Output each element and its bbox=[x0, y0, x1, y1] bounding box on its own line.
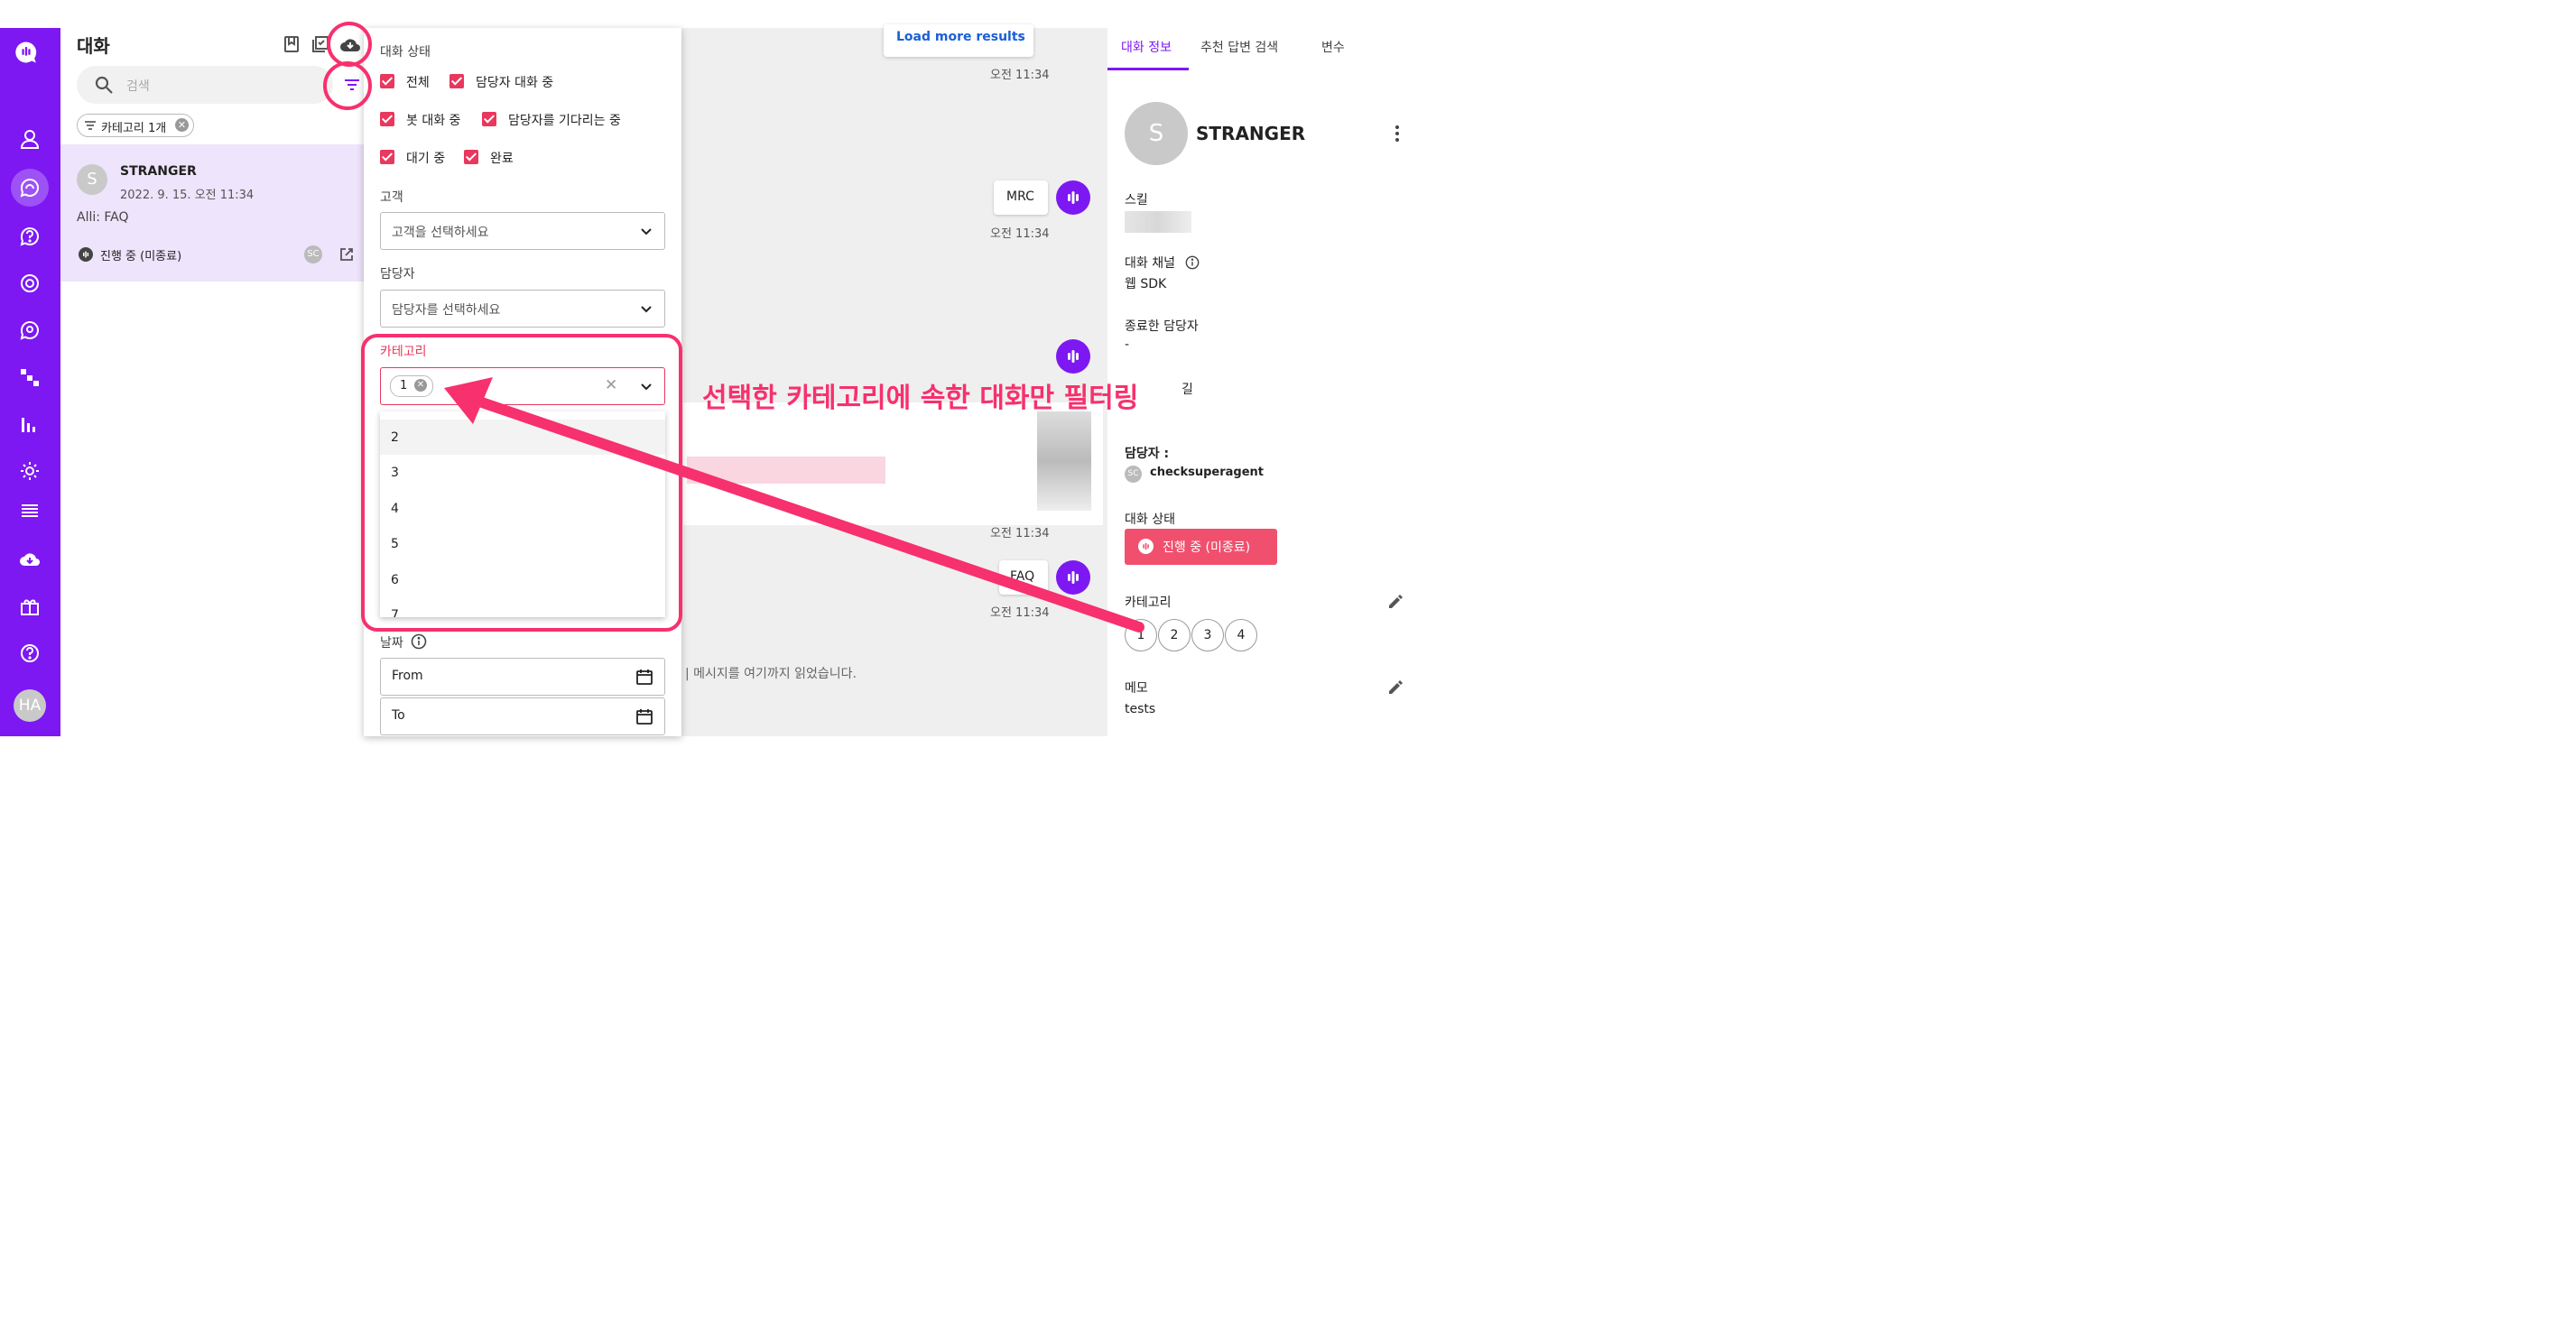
annotation-arrow bbox=[444, 377, 1144, 633]
annotation-text: 선택한 카테고리에 속한 대화만 필터링 bbox=[702, 383, 1139, 414]
